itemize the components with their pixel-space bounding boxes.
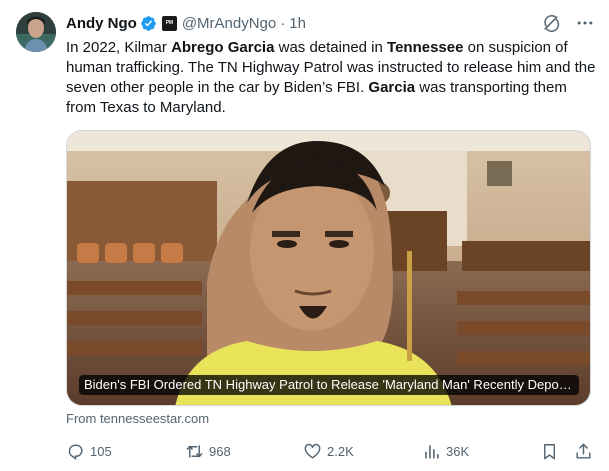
tweet-text-bold: Garcia: [368, 79, 416, 96]
like-icon: [304, 443, 321, 459]
courtroom-photo: [67, 131, 590, 405]
handle[interactable]: @MrAndyNgo: [182, 15, 276, 32]
bookmark-button[interactable]: [540, 442, 559, 461]
action-bar: 105 968 2.2K 36K: [66, 440, 596, 462]
tweet-text-part: was detained in: [274, 39, 388, 56]
like-button[interactable]: 2.2K: [303, 442, 354, 461]
bookmark-icon: [544, 443, 555, 459]
reply-count: 105: [90, 443, 112, 459]
header-actions: [541, 13, 595, 33]
affiliate-badge[interactable]: PM: [161, 15, 177, 31]
reply-button[interactable]: 105: [66, 442, 112, 461]
views-button[interactable]: 36K: [422, 442, 469, 461]
separator-dot: ·: [280, 14, 286, 32]
tweet-header: Andy Ngo PM @MrAndyNgo · 1h: [66, 13, 595, 33]
tweet-text-part: In 2022, Kilmar: [66, 39, 172, 56]
avatar[interactable]: [16, 12, 56, 52]
verified-badge-icon[interactable]: [140, 15, 157, 32]
tweet-text-bold: Abrego Garcia: [171, 39, 275, 56]
tweet-text-bold: Tennessee: [387, 39, 464, 56]
reply-icon: [68, 443, 83, 460]
timestamp[interactable]: 1h: [289, 15, 306, 32]
view-count: 36K: [446, 443, 470, 459]
grok-icon[interactable]: [541, 13, 561, 33]
retweet-icon: [186, 444, 203, 458]
tweet-text: In 2022, Kilmar Abrego Garcia was detain…: [66, 38, 596, 118]
share-button[interactable]: [574, 442, 593, 461]
retweet-button[interactable]: 968: [185, 442, 231, 461]
share-icon: [576, 443, 591, 459]
link-source[interactable]: From tennesseestar.com: [66, 411, 209, 426]
link-card-image[interactable]: Biden's FBI Ordered TN Highway Patrol to…: [66, 130, 591, 406]
link-card-title[interactable]: Biden's FBI Ordered TN Highway Patrol to…: [79, 375, 579, 395]
retweet-count: 968: [209, 443, 231, 459]
display-name[interactable]: Andy Ngo: [66, 15, 137, 32]
more-icon[interactable]: [575, 13, 595, 33]
like-count: 2.2K: [327, 443, 354, 459]
views-icon: [425, 444, 439, 459]
